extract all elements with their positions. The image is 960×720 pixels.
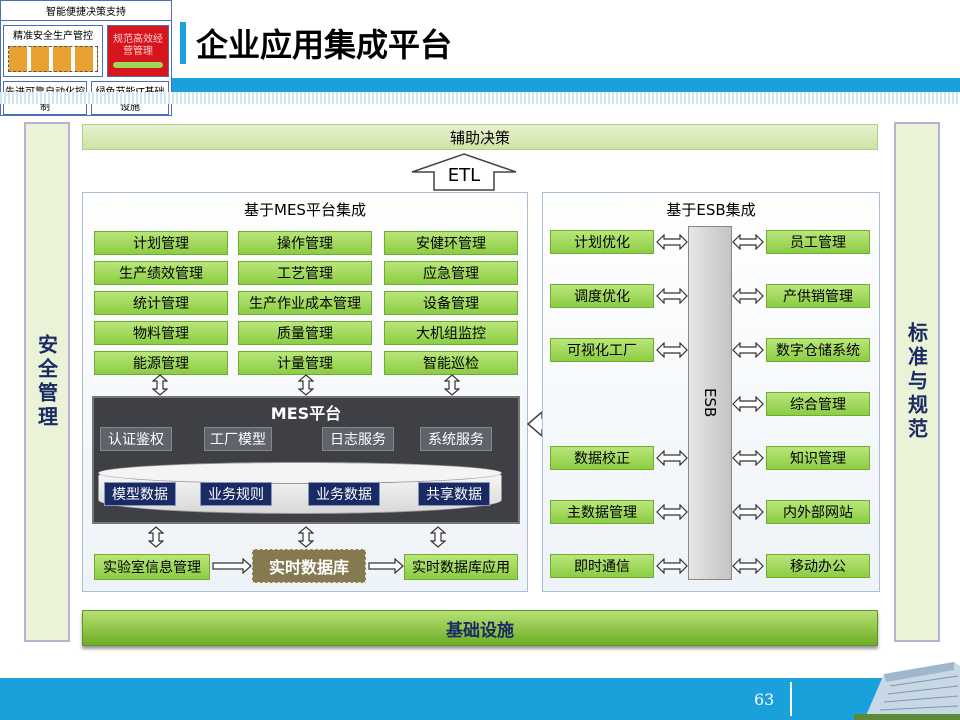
esb-right-item: 员工管理 — [766, 230, 870, 254]
thumb-top: 智能便捷决策支持 — [1, 1, 171, 21]
rtdb-box: 实时数据库 — [252, 549, 366, 583]
esb-left-item: 主数据管理 — [550, 500, 654, 524]
double-arrow-icon — [656, 234, 688, 250]
mes-data-item: 共享数据 — [418, 482, 490, 506]
double-arrow-icon — [732, 558, 764, 574]
thumb-red: 规范高效经营管理 — [107, 25, 169, 77]
mes-module: 计划管理 — [94, 231, 228, 255]
double-arrow-icon — [732, 396, 764, 412]
updown-arrow-icon — [444, 374, 460, 396]
updown-arrow-icon — [298, 374, 314, 396]
rtdb-app-box: 实时数据库应用 — [404, 554, 518, 580]
esb-right-item: 产供销管理 — [766, 284, 870, 308]
header-stripe — [0, 92, 960, 104]
lims-box: 实验室信息管理 — [94, 554, 210, 580]
page-number: 63 — [754, 690, 775, 709]
double-arrow-icon — [656, 504, 688, 520]
mes-module: 生产作业成本管理 — [238, 291, 372, 315]
updown-arrow-icon — [152, 374, 168, 396]
right-pillar: 标准与规范 — [894, 122, 940, 642]
footer-divider — [790, 682, 792, 716]
updown-arrow-icon — [298, 526, 314, 548]
esb-left-item: 调度优化 — [550, 284, 654, 308]
mes-service: 系统服务 — [420, 427, 492, 451]
esb-right-item: 数字仓储系统 — [766, 338, 870, 362]
mes-module: 统计管理 — [94, 291, 228, 315]
esb-left-item: 即时通信 — [550, 554, 654, 578]
top-bar: 辅助决策 — [82, 124, 878, 150]
mes-module: 能源管理 — [94, 351, 228, 375]
esb-left-item: 可视化工厂 — [550, 338, 654, 362]
mes-module: 安健环管理 — [384, 231, 518, 255]
esb-bus-label: ESB — [701, 388, 719, 418]
right-arrow-icon — [212, 558, 252, 574]
mes-module: 应急管理 — [384, 261, 518, 285]
updown-arrow-icon — [148, 526, 164, 548]
esb-right-item: 知识管理 — [766, 446, 870, 470]
header-band — [172, 78, 960, 92]
esb-right-item: 综合管理 — [766, 392, 870, 416]
building-image — [854, 662, 960, 720]
mes-section-title: 基于MES平台集成 — [244, 200, 366, 219]
mes-service: 工厂模型 — [204, 427, 272, 451]
footer-band — [0, 678, 960, 720]
esb-bus: ESB — [688, 226, 732, 580]
mes-platform-title: MES平台 — [270, 404, 342, 423]
double-arrow-icon — [656, 342, 688, 358]
thumb-left: 精准安全生产管控 — [3, 25, 103, 77]
double-arrow-icon — [732, 288, 764, 304]
mes-module: 智能巡检 — [384, 351, 518, 375]
mes-module: 操作管理 — [238, 231, 372, 255]
mes-module: 设备管理 — [384, 291, 518, 315]
double-arrow-icon — [656, 558, 688, 574]
double-arrow-icon — [656, 288, 688, 304]
mes-module: 生产绩效管理 — [94, 261, 228, 285]
mes-data-item: 模型数据 — [104, 482, 176, 506]
mes-module: 计量管理 — [238, 351, 372, 375]
database-cylinder-top — [98, 462, 502, 484]
esb-right-item: 移动办公 — [766, 554, 870, 578]
esb-left-item: 数据校正 — [550, 446, 654, 470]
mes-module: 大机组监控 — [384, 321, 518, 345]
mes-module: 物料管理 — [94, 321, 228, 345]
etl-label: ETL — [447, 164, 481, 186]
mes-data-item: 业务数据 — [308, 482, 380, 506]
mes-service: 日志服务 — [322, 427, 394, 451]
double-arrow-icon — [732, 342, 764, 358]
double-arrow-icon — [732, 504, 764, 520]
esb-section-title: 基于ESB集成 — [666, 200, 756, 219]
left-pillar: 安全管理 — [24, 122, 70, 642]
double-arrow-icon — [732, 234, 764, 250]
double-arrow-icon — [732, 450, 764, 466]
page-title: 企业应用集成平台 — [196, 26, 453, 64]
mes-module: 质量管理 — [238, 321, 372, 345]
mes-service: 认证鉴权 — [100, 427, 172, 451]
bottom-bar: 基础设施 — [82, 610, 878, 646]
updown-arrow-icon — [430, 526, 446, 548]
esb-left-item: 计划优化 — [550, 230, 654, 254]
mes-module: 工艺管理 — [238, 261, 372, 285]
esb-right-item: 内外部网站 — [766, 500, 870, 524]
double-arrow-icon — [656, 450, 688, 466]
right-arrow-icon — [368, 558, 404, 574]
mes-data-item: 业务规则 — [200, 482, 272, 506]
title-marker — [180, 22, 186, 64]
